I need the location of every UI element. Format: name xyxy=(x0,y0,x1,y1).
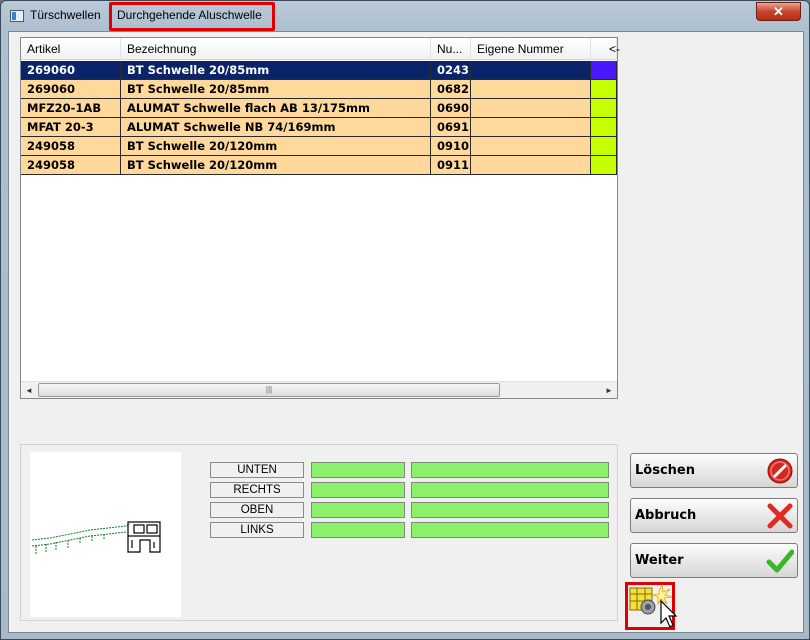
cell-color-swatch xyxy=(591,80,617,99)
close-button[interactable]: ✕ xyxy=(756,2,801,21)
cell-bezeichnung: ALUMAT Schwelle flach AB 13/175mm xyxy=(121,99,431,118)
cell-eigene-nummer xyxy=(471,137,591,156)
scroll-left-arrow-icon[interactable]: ◄ xyxy=(21,383,37,398)
col-header-bezeichnung[interactable]: Bezeichnung xyxy=(121,38,431,60)
cell-nummer: 0682 xyxy=(431,80,471,99)
table-row-selected[interactable]: 269060 BT Schwelle 20/85mm 0243 xyxy=(21,61,617,80)
unten-short-field[interactable] xyxy=(311,462,405,478)
cancel-icon xyxy=(767,503,793,529)
direction-label-rechts: RECHTS xyxy=(210,482,304,498)
title-highlight-box xyxy=(109,2,275,31)
scroll-thumb[interactable]: ||| xyxy=(38,383,500,397)
table-row[interactable]: MFAT 20-3 ALUMAT Schwelle NB 74/169mm 0691 xyxy=(21,118,617,137)
dialog-window: Türschwellen Durchgehende Aluschwelle ✕ … xyxy=(0,0,810,640)
rechts-long-field[interactable] xyxy=(411,482,609,498)
cancel-button-label: Abbruch xyxy=(635,508,697,523)
cell-bezeichnung: BT Schwelle 20/120mm xyxy=(121,156,431,175)
cell-nummer: 0243 xyxy=(431,61,471,80)
col-header-artikel[interactable]: Artikel xyxy=(21,38,121,60)
direction-label-unten: UNTEN xyxy=(210,462,304,478)
cell-eigene-nummer xyxy=(471,80,591,99)
cancel-button[interactable]: Abbruch xyxy=(630,498,798,533)
profile-tool-button[interactable] xyxy=(625,582,678,630)
direction-label-links: LINKS xyxy=(210,522,304,538)
title-category: Türschwellen xyxy=(30,8,101,22)
cell-nummer: 0910 xyxy=(431,137,471,156)
col-header-nummer[interactable]: Nu... xyxy=(431,38,471,60)
cell-nummer: 0691 xyxy=(431,118,471,137)
cell-artikel: MFAT 20-3 xyxy=(21,118,121,137)
table-row[interactable]: 249058 BT Schwelle 20/120mm 0911 xyxy=(21,156,617,175)
table-row[interactable]: MFZ20-1AB ALUMAT Schwelle flach AB 13/175… xyxy=(21,99,617,118)
app-icon xyxy=(10,10,24,22)
cell-artikel: 249058 xyxy=(21,137,121,156)
col-header-eigene-nummer[interactable]: Eigene Nummer xyxy=(471,38,591,60)
delete-button-label: Löschen xyxy=(635,463,695,478)
oben-short-field[interactable] xyxy=(311,502,405,518)
threshold-drawing-icon xyxy=(31,521,161,554)
scroll-right-arrow-icon[interactable]: ► xyxy=(601,383,617,398)
checkmark-icon xyxy=(766,549,794,573)
unten-long-field[interactable] xyxy=(411,462,609,478)
next-button[interactable]: Weiter xyxy=(630,543,798,578)
cell-artikel: 269060 xyxy=(21,61,121,80)
direction-label-oben: OBEN xyxy=(210,502,304,518)
col-header-color[interactable]: <- xyxy=(591,38,620,60)
table-header: Artikel Bezeichnung Nu... Eigene Nummer … xyxy=(21,38,620,60)
cell-artikel: MFZ20-1AB xyxy=(21,99,121,118)
title-bar: Türschwellen Durchgehende Aluschwelle ✕ xyxy=(1,1,809,31)
cell-eigene-nummer xyxy=(471,118,591,137)
rechts-short-field[interactable] xyxy=(311,482,405,498)
links-long-field[interactable] xyxy=(411,522,609,538)
oben-long-field[interactable] xyxy=(411,502,609,518)
cell-bezeichnung: BT Schwelle 20/120mm xyxy=(121,137,431,156)
profile-tool-icon xyxy=(629,583,678,628)
cell-nummer: 0911 xyxy=(431,156,471,175)
cell-color-swatch xyxy=(591,118,617,137)
next-button-label: Weiter xyxy=(635,553,684,568)
cell-bezeichnung: BT Schwelle 20/85mm xyxy=(121,80,431,99)
table-row[interactable]: 269060 BT Schwelle 20/85mm 0682 xyxy=(21,80,617,99)
cell-eigene-nummer xyxy=(471,156,591,175)
links-short-field[interactable] xyxy=(311,522,405,538)
threshold-table[interactable]: Artikel Bezeichnung Nu... Eigene Nummer … xyxy=(20,37,620,399)
table-row[interactable]: 249058 BT Schwelle 20/120mm 0910 xyxy=(21,137,617,156)
cell-color-swatch xyxy=(591,156,617,175)
cell-color-swatch xyxy=(591,99,617,118)
delete-icon xyxy=(767,458,793,484)
cell-bezeichnung: BT Schwelle 20/85mm xyxy=(121,61,431,80)
profile-preview xyxy=(30,452,181,617)
horizontal-scrollbar[interactable]: ◄ ||| ► xyxy=(21,381,617,398)
cell-bezeichnung: ALUMAT Schwelle NB 74/169mm xyxy=(121,118,431,137)
cell-color-swatch xyxy=(591,61,617,80)
cell-artikel: 269060 xyxy=(21,80,121,99)
cell-eigene-nummer xyxy=(471,61,591,80)
dialog-client-area: Artikel Bezeichnung Nu... Eigene Nummer … xyxy=(8,31,804,633)
cell-eigene-nummer xyxy=(471,99,591,118)
cell-artikel: 249058 xyxy=(21,156,121,175)
cell-color-swatch xyxy=(591,137,617,156)
delete-button[interactable]: Löschen xyxy=(630,453,798,488)
cell-nummer: 0690 xyxy=(431,99,471,118)
direction-panel: UNTEN RECHTS OBEN LINKS xyxy=(20,444,618,621)
